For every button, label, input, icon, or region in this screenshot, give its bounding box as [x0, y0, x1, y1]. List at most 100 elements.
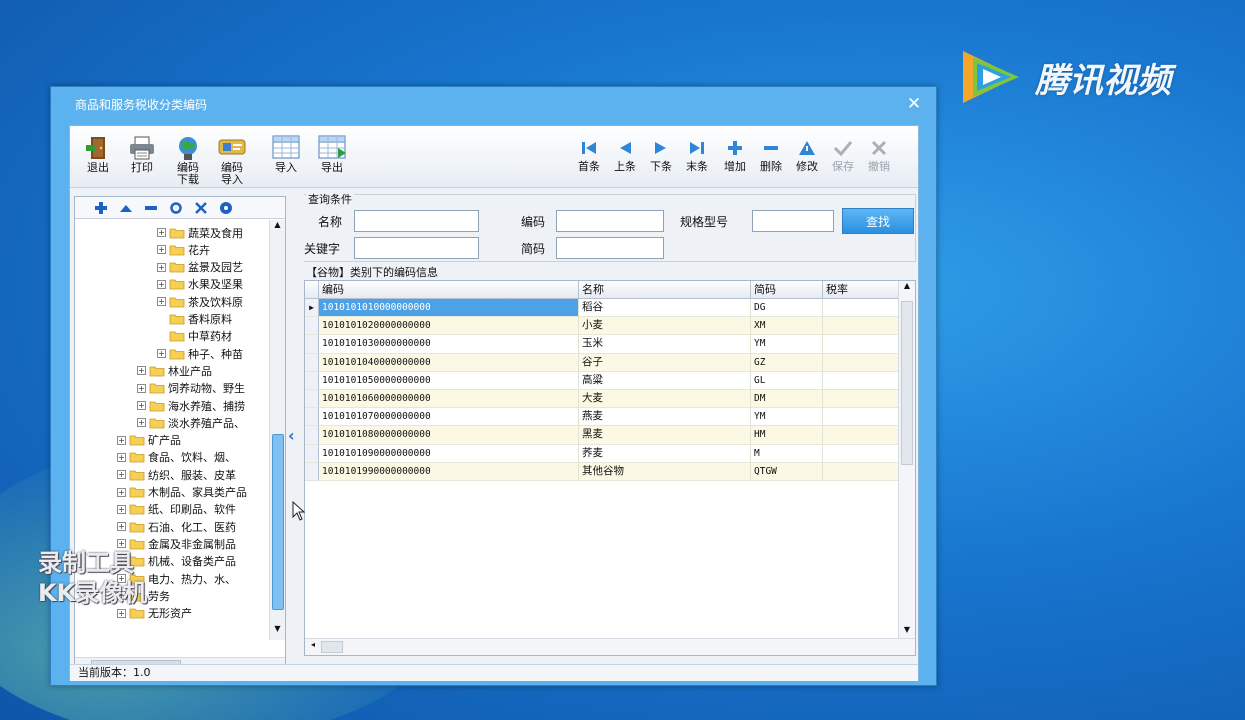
tree-expander-icon[interactable]: +: [137, 418, 146, 428]
row-indicator[interactable]: [305, 444, 319, 463]
name-cell[interactable]: 玉米: [579, 335, 751, 354]
grid-scroll-up-icon[interactable]: ▲: [901, 281, 913, 295]
prev-record-button[interactable]: 上条: [608, 138, 642, 174]
tax-rate-cell[interactable]: [823, 408, 899, 427]
tree-item[interactable]: + 淡水养殖产品、: [137, 414, 245, 431]
code-cell[interactable]: 1010101060000000000: [319, 389, 579, 409]
next-record-button[interactable]: 下条: [644, 138, 678, 174]
spec-input[interactable]: [752, 210, 834, 232]
export-button[interactable]: 导出: [316, 134, 348, 174]
tree-expander-icon[interactable]: +: [157, 262, 166, 272]
short-code-cell[interactable]: HM: [751, 426, 823, 445]
tree-item[interactable]: + 林业产品: [137, 362, 212, 379]
name-cell[interactable]: 稻谷: [579, 299, 751, 318]
name-cell[interactable]: 高粱: [579, 371, 751, 390]
name-cell[interactable]: 荞麦: [579, 444, 751, 463]
table-row[interactable]: 1010101060000000000 大麦 DM: [305, 389, 899, 409]
table-row[interactable]: 1010101070000000000 燕麦 YM: [305, 408, 899, 427]
tree-item[interactable]: + 木制品、家具类产品: [117, 484, 247, 501]
name-cell[interactable]: 其他谷物: [579, 462, 751, 481]
tax-rate-cell[interactable]: [823, 335, 899, 354]
code-cell[interactable]: 1010101030000000000: [319, 335, 579, 354]
tree-expander-icon[interactable]: +: [117, 470, 126, 480]
tree-item[interactable]: + 纺织、服装、皮革: [117, 466, 236, 483]
tree-info-icon[interactable]: [218, 200, 234, 216]
name-input[interactable]: [354, 210, 479, 232]
tree-expander-icon[interactable]: +: [117, 435, 126, 445]
tree-up-icon[interactable]: [118, 200, 134, 216]
add-button[interactable]: 增加: [718, 138, 752, 174]
search-button[interactable]: 查找: [842, 208, 914, 234]
row-indicator[interactable]: ▶: [305, 299, 319, 318]
tax-rate-cell[interactable]: [823, 426, 899, 445]
short-code-cell[interactable]: GL: [751, 371, 823, 390]
code-cell[interactable]: 1010101040000000000: [319, 353, 579, 372]
table-row[interactable]: ▶ 1010101010000000000 稻谷 DG: [305, 299, 899, 318]
tree-item[interactable]: + 盆景及园艺: [157, 259, 243, 276]
table-row[interactable]: 1010101990000000000 其他谷物 QTGW: [305, 462, 899, 481]
tree-item[interactable]: 香料原料: [157, 311, 232, 328]
keyword-input[interactable]: [354, 237, 479, 259]
name-cell[interactable]: 大麦: [579, 389, 751, 409]
code-cell[interactable]: 1010101020000000000: [319, 317, 579, 336]
short-code-cell[interactable]: DG: [751, 299, 823, 318]
short-code-cell[interactable]: YM: [751, 335, 823, 354]
tax-rate-cell[interactable]: [823, 353, 899, 372]
grid-horizontal-scrollbar[interactable]: ◂: [305, 638, 915, 655]
exit-button[interactable]: 退出: [82, 134, 114, 174]
column-header-code[interactable]: 编码: [319, 281, 579, 299]
tree-add-icon[interactable]: [93, 200, 109, 216]
row-indicator[interactable]: [305, 426, 319, 445]
tree-item[interactable]: + 矿产品: [117, 432, 181, 449]
tree-item[interactable]: 中草药材: [157, 328, 232, 345]
tree-scroll-thumb[interactable]: [272, 434, 284, 610]
tree-scroll-up-icon[interactable]: ▲: [271, 220, 284, 234]
tree-expand-icon[interactable]: [193, 200, 209, 216]
short-code-input[interactable]: [556, 237, 664, 259]
table-row[interactable]: 1010101040000000000 谷子 GZ: [305, 353, 899, 372]
short-code-cell[interactable]: QTGW: [751, 462, 823, 481]
tree-vertical-scrollbar[interactable]: ▲ ▼: [269, 220, 285, 640]
row-indicator[interactable]: [305, 353, 319, 372]
tree-item[interactable]: + 水果及坚果: [157, 276, 243, 293]
tax-rate-cell[interactable]: [823, 317, 899, 336]
tree-expander-icon[interactable]: +: [117, 522, 126, 532]
tax-rate-cell[interactable]: [823, 389, 899, 409]
name-cell[interactable]: 谷子: [579, 353, 751, 372]
short-code-cell[interactable]: M: [751, 444, 823, 463]
code-cell[interactable]: 1010101080000000000: [319, 426, 579, 445]
tree-expander-icon[interactable]: +: [137, 401, 146, 410]
tree-expander-icon[interactable]: +: [117, 608, 126, 618]
tree-item[interactable]: + 石油、化工、医药: [117, 518, 236, 535]
tree-item[interactable]: + 纸、印刷品、软件: [117, 501, 236, 518]
tree-expander-icon[interactable]: +: [117, 504, 126, 514]
tree-expander-icon[interactable]: +: [117, 487, 126, 497]
tree-item[interactable]: + 蔬菜及食用: [157, 224, 243, 241]
tree-expander-icon[interactable]: +: [137, 383, 146, 393]
collapse-panel-icon[interactable]: ‹: [288, 426, 302, 446]
grid-scroll-left-icon[interactable]: ◂: [307, 640, 319, 654]
grid-vertical-scrollbar[interactable]: ▲ ▼: [898, 281, 915, 639]
last-record-button[interactable]: 末条: [680, 138, 714, 174]
tree-item[interactable]: + 食品、饮料、烟、: [117, 449, 236, 466]
tree-expander-icon[interactable]: +: [157, 349, 166, 359]
row-indicator[interactable]: [305, 389, 319, 409]
tax-rate-cell[interactable]: [823, 462, 899, 481]
tree-expander-icon[interactable]: +: [157, 228, 166, 237]
tree-expander-icon[interactable]: +: [157, 279, 166, 289]
short-code-cell[interactable]: DM: [751, 389, 823, 409]
short-code-cell[interactable]: GZ: [751, 353, 823, 372]
tree-expander-icon[interactable]: +: [157, 245, 166, 255]
tree-item[interactable]: + 种子、种苗: [157, 345, 243, 362]
name-cell[interactable]: 小麦: [579, 317, 751, 336]
tree-item[interactable]: + 花卉: [157, 241, 210, 258]
tax-rate-cell[interactable]: [823, 299, 899, 318]
tree-refresh-icon[interactable]: [168, 200, 184, 216]
table-row[interactable]: 1010101050000000000 高粱 GL: [305, 371, 899, 390]
code-download-button[interactable]: 编码 下载: [172, 134, 204, 186]
cancel-button[interactable]: 撤销: [862, 138, 896, 174]
tree-remove-icon[interactable]: [143, 200, 159, 216]
row-indicator[interactable]: [305, 371, 319, 390]
code-cell[interactable]: 1010101090000000000: [319, 444, 579, 463]
first-record-button[interactable]: 首条: [572, 138, 606, 174]
